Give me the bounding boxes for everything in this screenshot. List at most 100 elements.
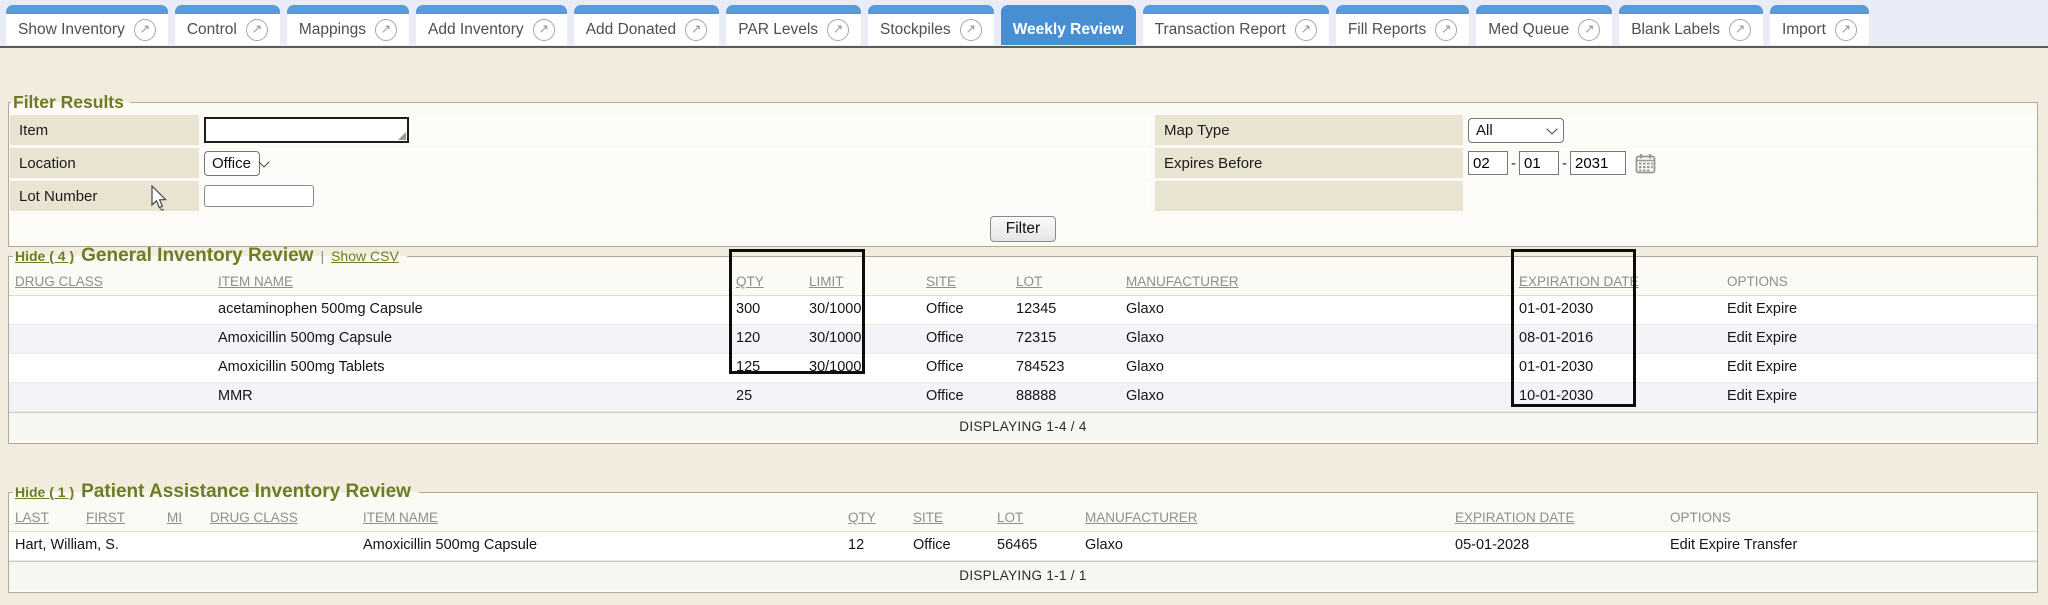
cell-expiration-date: 01-01-2030 [1513,354,1721,382]
col-header-item-name[interactable]: ITEM NAME [212,269,730,295]
item-label: Item [10,115,199,145]
tab-label: Add Donated [586,21,677,39]
tab-par-levels[interactable]: PAR Levels ↗ [726,5,861,45]
calendar-icon[interactable] [1635,153,1656,174]
show-csv-link[interactable]: Show CSV [331,248,399,264]
tab-label: Mappings [299,21,366,39]
col-header-qty[interactable]: QTY [730,269,803,295]
col-header-qty[interactable]: QTY [842,505,907,531]
col-header-expiration-date[interactable]: EXPIRATION DATE [1449,505,1664,531]
tab-transaction-report[interactable]: Transaction Report↗ [1143,5,1329,45]
filter-row-lot: Lot Number [10,181,2036,211]
item-input-wrap [204,117,409,143]
col-header-site[interactable]: SITE [920,269,1010,295]
cell-expiration-date: 05-01-2028 [1449,532,1664,560]
map-type-selected-option: All [1476,122,1493,139]
cell-item-name: Amoxicillin 500mg Capsule [357,532,842,560]
tab-control[interactable]: Control↗ [175,5,280,45]
col-header-mi[interactable]: MI [161,505,204,531]
cell-manufacturer: Glaxo [1120,383,1513,411]
tab-import[interactable]: Import↗ [1770,5,1869,45]
cell-limit: 30/1000 [803,354,920,382]
external-link-icon[interactable]: ↗ [1729,19,1751,41]
tab-accent-bar [175,5,280,14]
col-header-last[interactable]: LAST [9,505,80,531]
inventory-row: MMR 25 Office 88888 Glaxo 10-01-2030 Edi… [9,383,2037,412]
row-options-links[interactable]: Edit Expire [1721,383,2037,411]
cell-site: Office [920,354,1010,382]
inventory-row: Amoxicillin 500mg Capsule 120 30/1000 Of… [9,325,2037,354]
tab-mappings[interactable]: Mappings ↗ [287,5,409,45]
tab-fill-reports[interactable]: Fill Reports↗ [1336,5,1469,45]
lot-number-input[interactable] [204,185,314,207]
external-link-icon[interactable]: ↗ [375,19,397,41]
tab-stockpiles[interactable]: Stockpiles↗ [868,5,994,45]
external-link-icon[interactable]: ↗ [246,19,268,41]
cell-first-name [80,532,161,560]
map-type-label: Map Type [1155,115,1463,145]
tab-weekly-review[interactable]: Weekly Review [1001,5,1136,45]
col-header-lot[interactable]: LOT [991,505,1079,531]
col-header-item-name[interactable]: ITEM NAME [357,505,842,531]
row-options-links[interactable]: Edit Expire [1721,296,2037,324]
tab-accent-bar [1001,5,1136,14]
hide-patient-link[interactable]: Hide ( 1 ) [15,484,74,500]
tab-accent-bar [726,5,861,14]
tab-blank-labels[interactable]: Blank Labels↗ [1619,5,1763,45]
col-header-manufacturer[interactable]: MANUFACTURER [1079,505,1449,531]
external-link-icon[interactable]: ↗ [1578,19,1600,41]
external-link-icon[interactable]: ↗ [1295,19,1317,41]
legend-separator: | [320,248,324,264]
filter-row-item: Item Map Type All [10,115,2036,145]
external-link-icon[interactable]: ↗ [960,19,982,41]
external-link-icon[interactable]: ↗ [685,19,707,41]
content-area: Filter Results Item Map Type All Locatio… [0,46,2048,605]
cell-drug-class [204,532,357,560]
col-header-limit[interactable]: LIMIT [803,269,920,295]
cell-lot: 88888 [1010,383,1120,411]
col-header-lot[interactable]: LOT [1010,269,1120,295]
external-link-icon[interactable]: ↗ [1435,19,1457,41]
cell-expiration-date: 08-01-2016 [1513,325,1721,353]
row-options-links[interactable]: Edit Expire [1721,325,2037,353]
location-selected-option: Office [212,155,251,172]
col-header-site[interactable]: SITE [907,505,991,531]
filter-button[interactable]: Filter [990,216,1056,242]
cell-qty: 120 [730,325,803,353]
tab-add-donated[interactable]: Add Donated ↗ [574,5,720,45]
row-options-links[interactable]: Edit Expire [1721,354,2037,382]
expires-month-input[interactable] [1468,151,1508,175]
cell-item-name: MMR [212,383,730,411]
expires-year-input[interactable] [1570,151,1626,175]
col-header-drug-class[interactable]: DRUG CLASS [204,505,357,531]
tab-accent-bar [1770,5,1869,14]
col-header-first[interactable]: FIRST [80,505,161,531]
col-header-expiration-date[interactable]: EXPIRATION DATE [1513,269,1721,295]
map-type-select[interactable]: All [1468,118,1564,143]
external-link-icon[interactable]: ↗ [533,19,555,41]
tab-label: PAR Levels [738,21,818,39]
resize-grip-icon[interactable] [398,132,406,140]
cell-last-name: Hart, William, S. [9,532,80,560]
external-link-icon[interactable]: ↗ [827,19,849,41]
cell-lot: 56465 [991,532,1079,560]
tab-med-queue[interactable]: Med Queue↗ [1476,5,1612,45]
item-search-input[interactable] [204,117,409,143]
item-value-cell [199,115,1150,145]
col-header-manufacturer[interactable]: MANUFACTURER [1120,269,1513,295]
cell-site: Office [920,325,1010,353]
hide-general-link[interactable]: Hide ( 4 ) [15,248,74,264]
cell-mi [161,532,204,560]
external-link-icon[interactable]: ↗ [1835,19,1857,41]
tab-accent-bar [416,5,567,14]
expires-day-input[interactable] [1519,151,1559,175]
filter-button-row: Filter [10,214,2036,243]
external-link-icon[interactable]: ↗ [134,19,156,41]
patient-table-header-row: LAST FIRST MI DRUG CLASS ITEM NAME QTY S… [9,505,2037,532]
col-header-drug-class[interactable]: DRUG CLASS [9,269,212,295]
tab-show-inventory[interactable]: Show Inventory↗ [6,5,168,45]
location-select[interactable]: Office [204,151,260,176]
row-options-links[interactable]: Edit Expire Transfer [1664,532,2037,560]
tab-add-inventory[interactable]: Add Inventory↗ [416,5,567,45]
tab-accent-bar [868,5,994,14]
